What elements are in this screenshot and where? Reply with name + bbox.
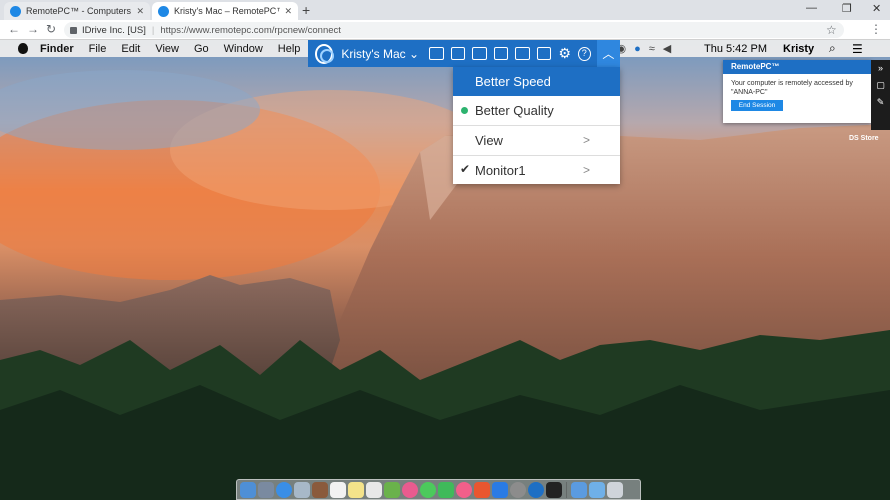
whiteboard-icon[interactable] — [450, 47, 466, 60]
notice-side-panel: » ▢ ✎ — [871, 60, 890, 130]
notice-title: RemotePC™ — [723, 60, 871, 74]
system-preferences-icon[interactable] — [510, 481, 526, 498]
menu-file[interactable]: File — [89, 43, 107, 55]
close-tab-icon[interactable]: ✕ — [284, 6, 292, 17]
bookmark-star-icon[interactable]: ☆ — [826, 23, 837, 37]
notes-icon[interactable] — [348, 481, 364, 498]
tab-remotepc-viewer[interactable]: Kristy's Mac – RemotePC™ Viewer ✕ — [152, 2, 298, 20]
remote-session-notice: RemotePC™ Your computer is remotely acce… — [723, 60, 871, 123]
browser-tab-strip: RemotePC™ - Computers ✕ Kristy's Mac – R… — [0, 0, 890, 20]
menu-help[interactable]: Help — [278, 43, 301, 55]
browser-menu-icon[interactable]: ⋮ — [870, 22, 882, 36]
volume-icon[interactable]: ◀ — [663, 42, 671, 55]
remotepc-logo-icon — [315, 43, 335, 64]
menu-item-monitor1[interactable]: ✔ Monitor1 > — [453, 156, 620, 185]
menu-item-better-speed[interactable]: Better Speed — [453, 67, 620, 96]
spotlight-search-icon[interactable]: ⌕ — [829, 40, 836, 57]
reminders-icon[interactable] — [366, 481, 382, 498]
ibooks-icon[interactable] — [474, 481, 490, 498]
reload-icon[interactable]: ↻ — [46, 22, 56, 36]
collapse-toolbar-icon[interactable]: ︿ — [596, 40, 620, 67]
remotepc-toolbar: Kristy's Mac ⌄ ⚙ ? ︿ — [308, 40, 620, 67]
menu-view[interactable]: View — [155, 43, 179, 55]
menu-item-label: View — [475, 133, 503, 148]
chat-icon[interactable]: ▢ — [871, 77, 890, 94]
downloads-stack-icon[interactable] — [571, 481, 587, 498]
url-field[interactable]: IDrive Inc. [US] | https://www.remotepc.… — [64, 22, 844, 38]
apple-logo-icon[interactable] — [18, 43, 28, 54]
terminal-icon[interactable] — [546, 481, 562, 498]
notice-message: Your computer is remotely accessed by "A… — [731, 80, 853, 96]
mac-dock — [236, 479, 641, 500]
restore-window-icon[interactable]: ❐ — [842, 2, 852, 15]
site-identity: IDrive Inc. [US] — [82, 24, 146, 36]
clock[interactable]: Thu 5:42 PM — [704, 40, 767, 57]
end-session-button[interactable]: End Session — [731, 100, 783, 111]
screenshot-icon[interactable] — [536, 47, 552, 60]
menu-go[interactable]: Go — [194, 43, 209, 55]
finder-icon[interactable] — [240, 481, 256, 498]
user-name[interactable]: Kristy — [783, 40, 814, 57]
help-icon[interactable]: ? — [577, 46, 591, 61]
remote-desktop[interactable]: Finder File Edit View Go Window Help ◆ ◉… — [0, 40, 890, 500]
notification-center-icon[interactable]: ☰ — [852, 40, 863, 57]
minimize-window-icon[interactable]: — — [806, 2, 817, 14]
expand-double-chevron-icon[interactable]: » — [871, 60, 890, 77]
tab-remotepc-computers[interactable]: RemotePC™ - Computers ✕ — [4, 2, 150, 20]
safari-icon[interactable] — [276, 481, 292, 498]
selected-dot-icon — [461, 107, 468, 114]
menu-item-better-quality[interactable]: Better Quality — [453, 96, 620, 125]
camera-icon[interactable] — [429, 47, 444, 60]
omnibox-separator: | — [151, 24, 155, 36]
messages-icon[interactable] — [420, 481, 436, 498]
menu-item-label: Monitor1 — [475, 163, 526, 178]
menu-window[interactable]: Window — [224, 43, 263, 55]
app-store-icon[interactable] — [492, 481, 508, 498]
mail-icon[interactable] — [294, 481, 310, 498]
machine-name: Kristy's Mac — [341, 46, 406, 61]
menu-finder[interactable]: Finder — [40, 43, 74, 55]
forward-arrow-icon[interactable]: → — [27, 22, 39, 36]
remotepc-tray-icon[interactable]: ● — [634, 43, 641, 55]
close-tab-icon[interactable]: ✕ — [136, 6, 144, 17]
launchpad-icon[interactable] — [258, 481, 274, 498]
menu-item-label: Better Speed — [475, 74, 551, 89]
photos-icon[interactable] — [402, 481, 418, 498]
machine-selector[interactable]: Kristy's Mac ⌄ — [341, 47, 419, 61]
tab-title: RemotePC™ - Computers — [26, 6, 132, 16]
remote-print-icon[interactable] — [515, 47, 530, 60]
lock-icon — [70, 26, 77, 34]
performance-menu: Better Speed Better Quality View > ✔ Mon… — [453, 67, 620, 184]
dock-separator — [566, 481, 567, 498]
tab-title: Kristy's Mac – RemotePC™ Viewer — [174, 6, 281, 16]
contacts-icon[interactable] — [312, 481, 328, 498]
gear-icon[interactable]: ⚙ — [558, 45, 571, 62]
remotepc-app-icon[interactable] — [528, 481, 544, 498]
menu-edit[interactable]: Edit — [121, 43, 140, 55]
wifi-icon[interactable]: ≈ — [649, 43, 655, 55]
pen-icon[interactable]: ✎ — [871, 94, 890, 111]
file-transfer-icon[interactable] — [493, 47, 509, 60]
calendar-icon[interactable] — [330, 481, 346, 498]
remotepc-favicon-icon — [158, 5, 169, 17]
chat-icon[interactable] — [472, 47, 487, 60]
address-bar: ← → ↻ IDrive Inc. [US] | https://www.rem… — [0, 20, 890, 40]
url-text: https://www.remotepc.com/rpcnew/connect — [160, 24, 341, 36]
menu-item-view[interactable]: View > — [453, 126, 620, 155]
back-arrow-icon[interactable]: ← — [8, 22, 20, 36]
documents-folder-icon[interactable] — [589, 481, 605, 498]
desktop-file-label[interactable]: DS Store — [849, 135, 879, 142]
maps-icon[interactable] — [384, 481, 400, 498]
new-tab-button[interactable]: + — [302, 2, 310, 18]
trash-icon[interactable] — [607, 481, 623, 498]
chevron-right-icon: > — [582, 163, 590, 177]
menu-item-label: Better Quality — [475, 103, 554, 118]
remotepc-favicon-icon — [10, 5, 21, 17]
chevron-right-icon: > — [582, 133, 590, 147]
itunes-icon[interactable] — [456, 481, 472, 498]
close-window-icon[interactable]: ✕ — [872, 2, 881, 15]
facetime-icon[interactable] — [438, 481, 454, 498]
checkmark-icon: ✔ — [460, 162, 471, 176]
